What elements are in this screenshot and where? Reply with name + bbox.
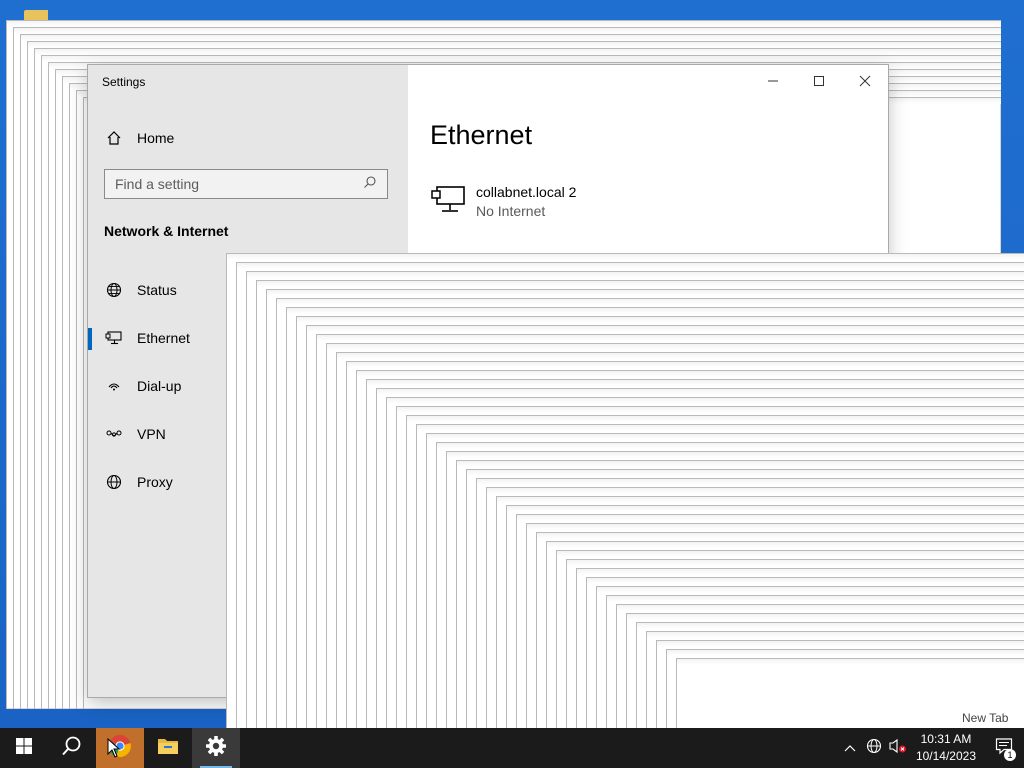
sidebar-item-label: VPN — [137, 426, 166, 442]
page-title: Ethernet — [430, 120, 533, 150]
mouse-cursor-icon — [107, 737, 121, 763]
desktop: Settings Home Network & Internet Status — [0, 0, 1024, 728]
folder-icon[interactable] — [24, 10, 48, 20]
globe-status-icon — [105, 281, 123, 299]
taskbar-settings-button[interactable] — [192, 728, 240, 768]
clock-time: 10:31 AM — [920, 732, 972, 746]
start-button[interactable] — [0, 728, 48, 768]
home-nav-item[interactable]: Home — [88, 118, 408, 158]
search-icon — [61, 735, 83, 762]
network-connection[interactable]: collabnet.local 2 No Internet — [430, 183, 576, 221]
volume-muted-icon — [889, 738, 907, 759]
sidebar-item-label: Dial-up — [137, 378, 182, 394]
search-icon[interactable] — [363, 175, 377, 194]
sidebar-item-label: Status — [137, 282, 177, 298]
search-box[interactable] — [104, 169, 388, 199]
ethernet-icon — [430, 183, 466, 215]
home-label: Home — [137, 130, 175, 146]
clock[interactable]: 10:31 AM 10/14/2023 — [916, 731, 976, 765]
close-button[interactable] — [842, 65, 888, 97]
search-input[interactable] — [115, 176, 345, 192]
section-title: Network & Internet — [104, 223, 229, 239]
settings-icon — [205, 735, 227, 762]
sidebar-item-label: Proxy — [137, 474, 173, 490]
volume-tray-button[interactable] — [886, 728, 910, 768]
network-name: collabnet.local 2 — [476, 184, 577, 200]
network-globe-icon — [866, 738, 882, 759]
start-icon — [15, 737, 33, 760]
vpn-icon — [105, 425, 123, 443]
taskbar-search-button[interactable] — [48, 728, 96, 768]
window-controls — [750, 65, 888, 97]
minimize-button[interactable] — [750, 65, 796, 97]
ethernet-icon — [105, 329, 123, 347]
clock-date: 10/14/2023 — [915, 749, 976, 763]
sidebar-item-label: Ethernet — [137, 330, 190, 346]
new-tab-popup[interactable]: New Tab — [926, 708, 1024, 728]
home-icon — [105, 129, 123, 147]
network-tray-button[interactable] — [862, 728, 886, 768]
maximize-button[interactable] — [796, 65, 842, 97]
dialup-icon — [105, 377, 123, 395]
window-title: Settings — [102, 75, 146, 89]
network-status: No Internet — [476, 203, 546, 219]
system-tray: 10:31 AM 10/14/2023 1 — [838, 728, 1024, 768]
file-explorer-icon — [157, 736, 179, 761]
notification-count: 1 — [1004, 749, 1016, 761]
chevron-up-icon — [844, 739, 856, 757]
action-center-button[interactable]: 1 — [984, 728, 1024, 768]
show-hidden-icons-button[interactable] — [838, 728, 862, 768]
taskbar-file-explorer-button[interactable] — [144, 728, 192, 768]
taskbar: 10:31 AM 10/14/2023 1 — [0, 728, 1024, 768]
globe-icon — [105, 473, 123, 491]
new-tab-label: New Tab — [962, 711, 1009, 725]
cascade-window-frames-overlay — [226, 253, 1024, 728]
